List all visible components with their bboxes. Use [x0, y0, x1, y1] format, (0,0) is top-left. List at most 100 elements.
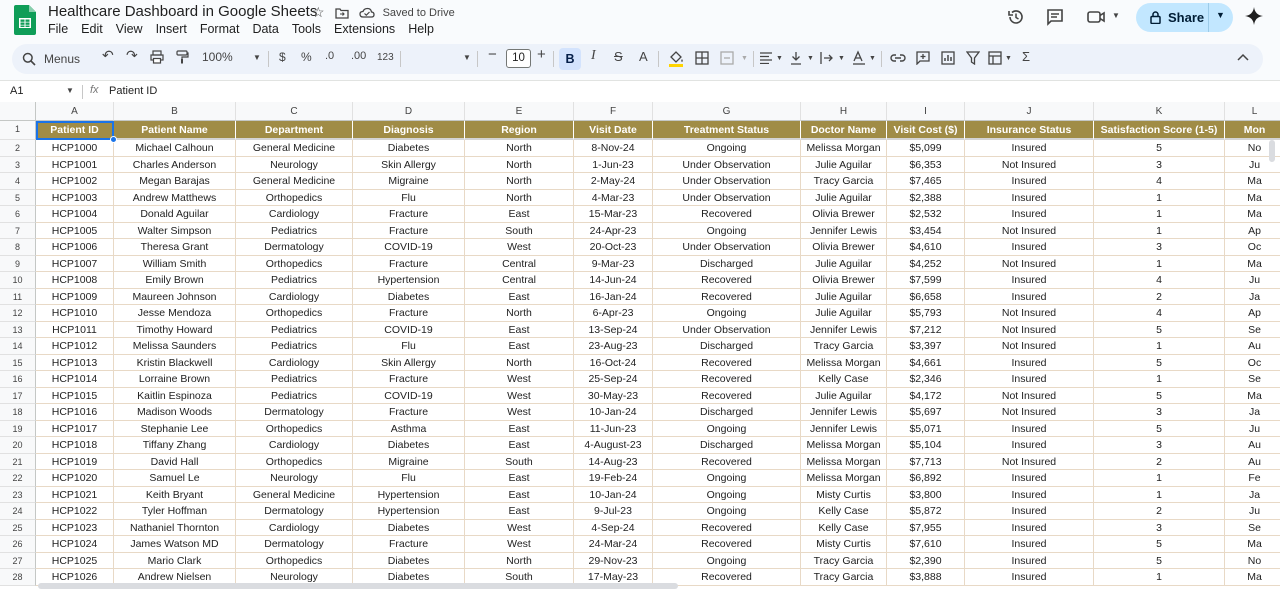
data-cell[interactable]: Melissa Morgan — [801, 140, 887, 157]
data-cell[interactable]: Misty Curtis — [801, 536, 887, 553]
row-header[interactable]: 27 — [0, 552, 36, 569]
data-cell[interactable]: Insured — [965, 552, 1094, 569]
data-cell[interactable]: Under Observation — [653, 156, 801, 173]
data-cell[interactable]: North — [465, 189, 574, 206]
data-cell[interactable]: Insured — [965, 470, 1094, 487]
header-cell[interactable]: Treatment Status — [653, 121, 801, 140]
data-cell[interactable]: $6,892 — [887, 470, 965, 487]
menu-tools[interactable]: Tools — [292, 22, 321, 36]
data-cell[interactable]: Insured — [965, 288, 1094, 305]
data-cell[interactable]: 1 — [1094, 255, 1225, 272]
data-cell[interactable]: $7,610 — [887, 536, 965, 553]
row-header[interactable]: 1 — [0, 121, 36, 140]
data-cell[interactable]: Orthopedics — [236, 189, 353, 206]
data-cell[interactable]: Insured — [965, 140, 1094, 157]
data-cell[interactable]: 5 — [1094, 420, 1225, 437]
data-cell[interactable]: 19-Feb-24 — [574, 470, 653, 487]
data-cell[interactable]: Insured — [965, 503, 1094, 520]
data-cell[interactable]: HCP1018 — [36, 437, 114, 454]
sheets-logo-icon[interactable] — [14, 5, 36, 35]
data-cell[interactable]: Recovered — [653, 519, 801, 536]
row-header[interactable]: 19 — [0, 420, 36, 437]
data-cell[interactable]: 2 — [1094, 453, 1225, 470]
data-cell[interactable]: Insured — [965, 486, 1094, 503]
data-cell[interactable]: Discharged — [653, 437, 801, 454]
data-cell[interactable]: Insured — [965, 189, 1094, 206]
data-cell[interactable]: 2-May-24 — [574, 173, 653, 190]
data-cell[interactable]: North — [465, 173, 574, 190]
data-cell[interactable]: Emily Brown — [114, 272, 236, 289]
meet-video-icon[interactable] — [1086, 7, 1108, 27]
data-cell[interactable]: Olivia Brewer — [801, 206, 887, 223]
filter-views-dropdown-icon[interactable]: ▼ — [1005, 55, 1012, 62]
data-cell[interactable]: Pediatrics — [236, 338, 353, 355]
data-cell[interactable]: Asthma — [353, 420, 465, 437]
zoom-select[interactable]: 100% — [202, 50, 233, 64]
data-cell[interactable]: Ja — [1225, 289, 1280, 305]
data-cell[interactable]: Melissa Morgan — [801, 354, 887, 371]
menu-file[interactable]: File — [48, 22, 68, 36]
data-cell[interactable]: Recovered — [653, 272, 801, 289]
data-cell[interactable]: Fracture — [353, 206, 465, 223]
header-cell[interactable]: Patient Name — [114, 121, 236, 140]
data-cell[interactable]: $3,454 — [887, 222, 965, 239]
row-header[interactable]: 3 — [0, 156, 36, 173]
data-cell[interactable]: 2 — [1094, 503, 1225, 520]
data-cell[interactable]: Not Insured — [965, 387, 1094, 404]
data-cell[interactable]: Ma — [1225, 256, 1280, 272]
row-header[interactable]: 10 — [0, 272, 36, 289]
data-cell[interactable]: 20-Oct-23 — [574, 239, 653, 256]
undo-icon[interactable]: ↶ — [102, 47, 114, 64]
data-cell[interactable]: Cardiology — [236, 354, 353, 371]
data-cell[interactable]: $3,397 — [887, 338, 965, 355]
data-cell[interactable]: Ongoing — [653, 140, 801, 157]
data-cell[interactable]: 4-August-23 — [574, 437, 653, 454]
data-cell[interactable]: West — [465, 404, 574, 421]
star-icon[interactable]: ☆ — [312, 4, 325, 21]
column-header-j[interactable]: J — [965, 102, 1094, 121]
data-cell[interactable]: Oc — [1225, 355, 1280, 371]
data-cell[interactable]: 3 — [1094, 437, 1225, 454]
data-cell[interactable]: Theresa Grant — [114, 239, 236, 256]
data-cell[interactable]: Au — [1225, 338, 1280, 355]
row-header[interactable]: 18 — [0, 404, 36, 421]
data-cell[interactable]: $7,212 — [887, 321, 965, 338]
data-cell[interactable]: Recovered — [653, 206, 801, 223]
data-cell[interactable]: COVID-19 — [353, 239, 465, 256]
data-cell[interactable]: Mario Clark — [114, 552, 236, 569]
menu-view[interactable]: View — [116, 22, 143, 36]
data-cell[interactable]: Tyler Hoffman — [114, 503, 236, 520]
data-cell[interactable]: North — [465, 354, 574, 371]
data-cell[interactable]: HCP1009 — [36, 288, 114, 305]
data-cell[interactable]: Julie Aguilar — [801, 288, 887, 305]
data-cell[interactable]: Insured — [965, 437, 1094, 454]
row-header[interactable]: 15 — [0, 354, 36, 371]
column-header-d[interactable]: D — [353, 102, 465, 121]
header-cell[interactable]: Visit Cost ($) — [887, 121, 965, 140]
data-cell[interactable]: Discharged — [653, 338, 801, 355]
data-cell[interactable]: General Medicine — [236, 173, 353, 190]
data-cell[interactable]: Insured — [965, 272, 1094, 289]
spreadsheet-grid[interactable]: ABCDEFGHIJKL 1 Patient ID Patient Name Depa… — [0, 102, 1280, 592]
data-cell[interactable]: Olivia Brewer — [801, 272, 887, 289]
data-cell[interactable]: Orthopedics — [236, 420, 353, 437]
header-cell[interactable]: Department — [236, 121, 353, 140]
data-cell[interactable]: Not Insured — [965, 338, 1094, 355]
data-cell[interactable]: HCP1014 — [36, 371, 114, 388]
document-title[interactable]: Healthcare Dashboard in Google Sheets — [48, 3, 317, 20]
data-cell[interactable]: 15-Mar-23 — [574, 206, 653, 223]
decrease-font-size-button[interactable]: − — [488, 46, 497, 63]
data-cell[interactable]: 1 — [1094, 470, 1225, 487]
data-cell[interactable]: $5,697 — [887, 404, 965, 421]
data-cell[interactable]: 13-Sep-24 — [574, 321, 653, 338]
collapse-toolbar-icon[interactable] — [1237, 53, 1249, 61]
data-cell[interactable]: Insured — [965, 420, 1094, 437]
data-cell[interactable]: 10-Jan-24 — [574, 404, 653, 421]
data-cell[interactable]: Pediatrics — [236, 387, 353, 404]
functions-button[interactable]: Σ — [1022, 49, 1030, 64]
data-cell[interactable]: Migraine — [353, 173, 465, 190]
data-cell[interactable]: Migraine — [353, 453, 465, 470]
data-cell[interactable]: East — [465, 486, 574, 503]
data-cell[interactable]: 4 — [1094, 272, 1225, 289]
halign-dropdown-icon[interactable]: ▼ — [776, 55, 783, 62]
